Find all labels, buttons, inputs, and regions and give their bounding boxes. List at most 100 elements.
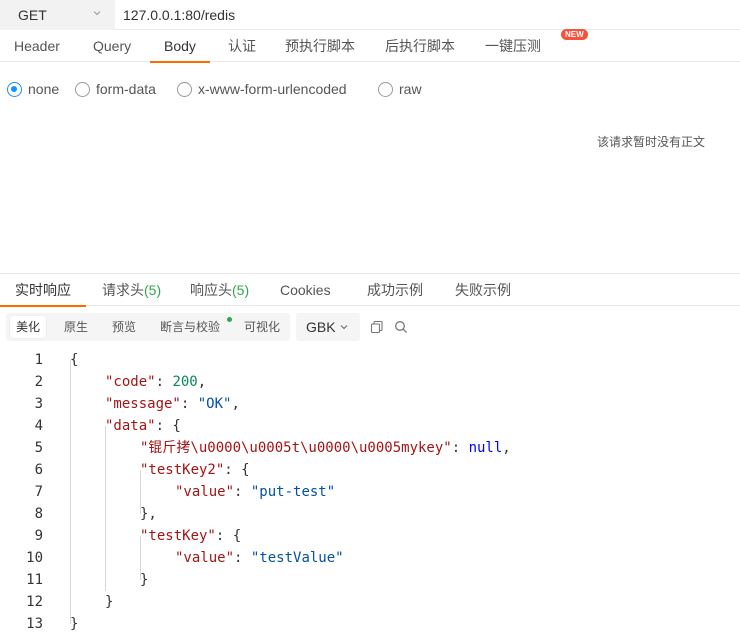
response-code-view[interactable]: 1{2 "code": 200, 3 "message": "OK", 4 "data":… — [0, 349, 740, 635]
line-number: 11 — [26, 572, 43, 588]
radio-urlencoded[interactable]: x-www-form-urlencoded — [177, 78, 347, 100]
json-punctuation: } — [105, 594, 114, 610]
code-line: 9 "testKey": { — [0, 525, 740, 547]
tab-pre-script[interactable]: 预执行脚本 — [285, 30, 355, 62]
json-key: "value" — [175, 484, 235, 500]
radio-icon — [378, 81, 393, 97]
response-tabs: 实时响应 请求头(5) 响应头(5) Cookies 成功示例 失败示例 — [0, 273, 740, 307]
tab-header[interactable]: Header — [14, 30, 60, 62]
line-number: 3 — [34, 396, 43, 412]
json-key: "code" — [105, 374, 156, 390]
code-line: 5 "锟斤拷\u0000\u0005t\u0000\u0005mykey": nu… — [0, 437, 740, 459]
line-number: 13 — [26, 616, 43, 632]
json-punctuation: { — [70, 352, 79, 368]
json-key: "message" — [105, 396, 181, 412]
mode-preview[interactable]: 预览 — [106, 316, 142, 338]
json-string: "testValue" — [250, 550, 344, 566]
response-toolbar: 美化 原生 预览 断言与校验 可视化 GBK — [0, 311, 740, 343]
mode-pretty[interactable]: 美化 — [10, 316, 47, 338]
json-punctuation: } — [70, 616, 79, 632]
copy-icon[interactable] — [370, 320, 384, 334]
count-badge: (5) — [144, 282, 162, 298]
tab-success-example[interactable]: 成功示例 — [367, 274, 423, 306]
json-punctuation: : { — [224, 462, 250, 478]
tab-failure-example[interactable]: 失败示例 — [455, 274, 511, 306]
json-key: "testKey" — [140, 528, 216, 544]
code-content: "锟斤拷\u0000\u0005t\u0000\u0005mykey": nul… — [140, 437, 511, 459]
body-type-radios: none form-data x-www-form-urlencoded raw — [0, 78, 740, 100]
radio-label: form-data — [96, 81, 156, 97]
json-key: "value" — [175, 550, 235, 566]
code-content: "value": "testValue" — [175, 547, 344, 569]
line-number: 2 — [34, 374, 43, 390]
code-line: 1{ — [0, 349, 740, 371]
code-content: } — [140, 569, 148, 591]
chevron-down-icon — [340, 325, 348, 330]
tab-request-headers[interactable]: 请求头(5) — [102, 274, 161, 306]
json-null: null — [468, 440, 503, 456]
code-content: "value": "put-test" — [175, 481, 335, 503]
json-punctuation: : { — [215, 528, 242, 544]
line-number: 12 — [26, 594, 43, 610]
view-mode-segment: 美化 原生 预览 断言与校验 可视化 — [6, 313, 290, 341]
mode-visualize[interactable]: 可视化 — [238, 316, 286, 338]
request-tabs: Header Query Body 认证 预执行脚本 后执行脚本 一键压测 — [0, 30, 740, 63]
line-number: 10 — [26, 550, 43, 566]
method-label: GET — [18, 7, 47, 23]
tab-response-headers[interactable]: 响应头(5) — [190, 274, 249, 306]
radio-label: x-www-form-urlencoded — [198, 81, 347, 97]
radio-form-data[interactable]: form-data — [75, 78, 156, 100]
code-content: }, — [140, 503, 157, 525]
tab-body[interactable]: Body — [150, 30, 210, 63]
code-line: 2 "code": 200, — [0, 371, 740, 393]
code-line: 12} — [0, 591, 740, 613]
json-key: "data" — [105, 418, 156, 434]
method-select[interactable]: GET — [0, 0, 115, 30]
url-input[interactable]: 127.0.0.1:80/redis — [115, 0, 740, 30]
tab-query[interactable]: Query — [93, 30, 131, 62]
code-line: 13} — [0, 613, 740, 635]
tab-auth[interactable]: 认证 — [228, 30, 256, 62]
tab-label: 请求头 — [102, 282, 144, 298]
radio-label: raw — [399, 81, 422, 97]
chevron-down-icon — [93, 11, 101, 16]
line-number: 4 — [34, 418, 43, 434]
json-punctuation: }, — [140, 506, 157, 522]
json-string: "put-test" — [250, 484, 336, 500]
line-number: 1 — [34, 352, 43, 368]
tab-load-test[interactable]: 一键压测 — [485, 30, 541, 62]
url-text: 127.0.0.1:80/redis — [123, 7, 236, 23]
encoding-select[interactable]: GBK — [296, 313, 360, 341]
count-badge: (5) — [232, 282, 250, 298]
json-punctuation: : { — [155, 418, 181, 434]
line-number: 6 — [34, 462, 43, 478]
line-number: 5 — [34, 440, 43, 456]
empty-body-message: 该请求暂时没有正文 — [597, 135, 706, 149]
json-punctuation: } — [140, 572, 149, 588]
radio-icon — [75, 81, 90, 97]
code-line: 4 "data": { — [0, 415, 740, 437]
mode-assertions[interactable]: 断言与校验 — [154, 316, 226, 338]
tab-post-script[interactable]: 后执行脚本 — [385, 30, 455, 62]
code-content: } — [105, 591, 113, 613]
json-punctuation: : — [234, 484, 251, 500]
radio-none[interactable]: none — [7, 78, 59, 100]
tab-cookies[interactable]: Cookies — [280, 274, 331, 306]
new-badge: NEW — [561, 29, 588, 40]
line-number: 9 — [34, 528, 43, 544]
search-icon[interactable] — [394, 320, 408, 334]
json-punctuation: : — [155, 374, 173, 390]
mode-raw[interactable]: 原生 — [58, 316, 94, 338]
tab-live-response[interactable]: 实时响应 — [0, 274, 86, 307]
json-string: "OK" — [197, 396, 232, 412]
json-number: 200 — [172, 374, 198, 390]
code-line: 6 "testKey2": { — [0, 459, 740, 481]
code-line: 11} — [0, 569, 740, 591]
json-punctuation: : — [180, 396, 198, 412]
radio-selected-icon — [7, 81, 22, 97]
status-dot — [227, 317, 232, 322]
code-line: 8}, — [0, 503, 740, 525]
code-content: "testKey": { — [140, 525, 241, 547]
json-punctuation: , — [502, 440, 511, 456]
radio-raw[interactable]: raw — [378, 78, 422, 100]
